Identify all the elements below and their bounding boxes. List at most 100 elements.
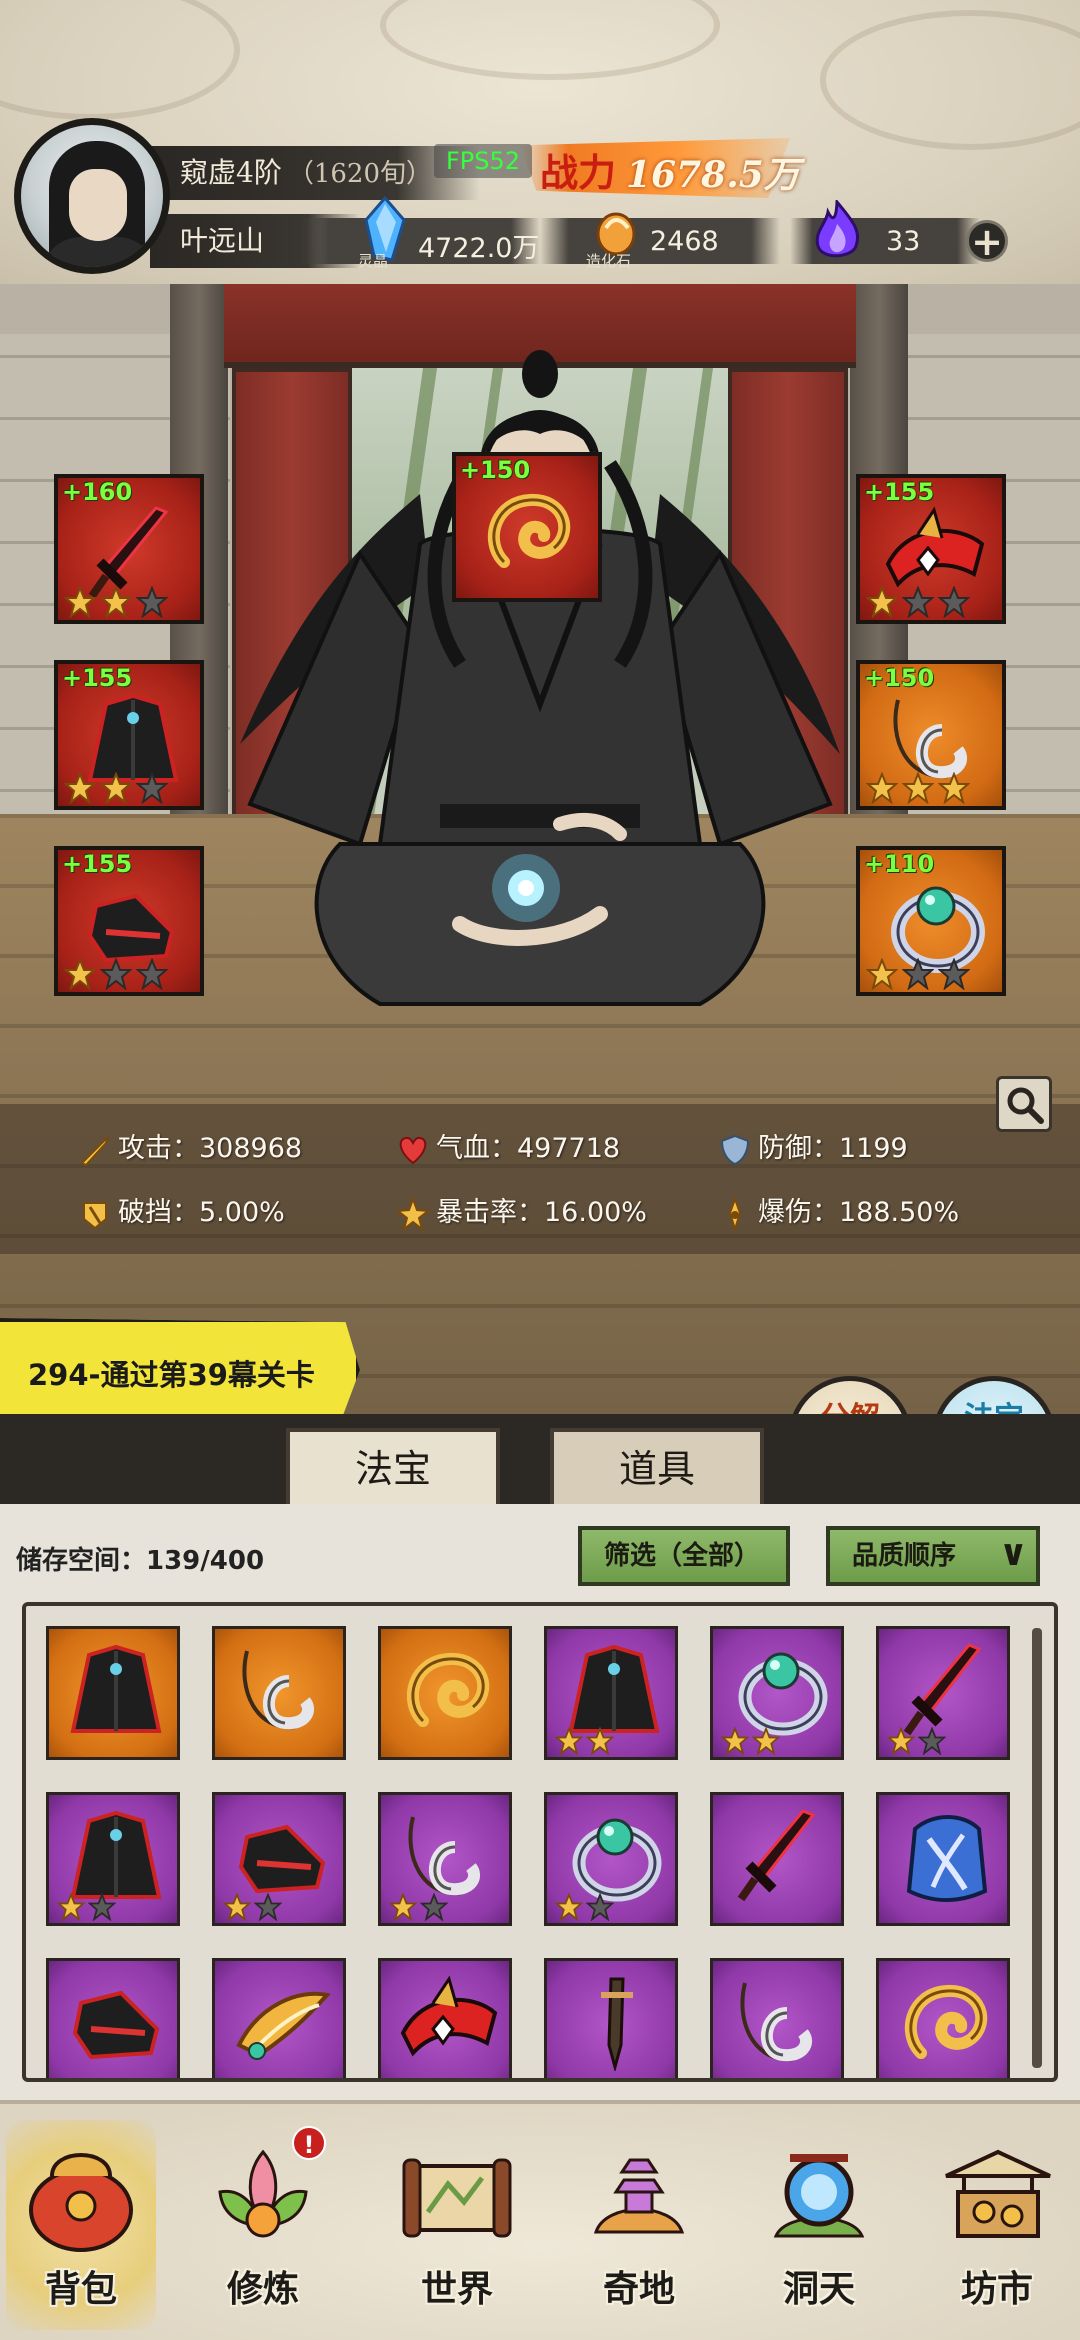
nav-label: 背包 xyxy=(44,2268,117,2310)
nav-world[interactable]: 世界 xyxy=(382,2120,532,2330)
inventory-item[interactable] xyxy=(710,1792,844,1926)
golden-ornament-icon xyxy=(904,1985,988,2059)
inventory-item[interactable] xyxy=(46,1792,180,1926)
inventory-scrollbar[interactable] xyxy=(1032,1628,1042,2068)
inventory-item[interactable] xyxy=(46,1958,180,2078)
scroll-map-icon xyxy=(402,2158,512,2238)
inventory-item[interactable] xyxy=(544,1626,678,1760)
zoom-button[interactable] xyxy=(996,1076,1052,1132)
star-filled-icon xyxy=(223,1893,251,1921)
dagger-icon xyxy=(903,1643,982,1736)
equip-stars xyxy=(64,772,168,804)
inventory-item[interactable] xyxy=(378,1792,512,1926)
equip-stars xyxy=(866,958,970,990)
star-empty-icon xyxy=(420,1893,448,1921)
sort-label: 品质顺序 xyxy=(852,1541,957,1571)
filter-button[interactable]: 筛选（全部） xyxy=(578,1526,790,1586)
tab-bar xyxy=(0,1414,1080,1504)
add-resource-button[interactable]: + xyxy=(966,220,1008,262)
equip-slot-weapon[interactable]: +160 xyxy=(54,474,204,624)
star-filled-icon xyxy=(866,772,898,804)
nav-label: 坊市 xyxy=(960,2268,1033,2310)
nav-cave-heaven[interactable]: 洞天 xyxy=(744,2120,894,2330)
stat-hp: 气血：497718 xyxy=(396,1126,620,1167)
nav-label: 世界 xyxy=(420,2268,493,2310)
equip-slot-boots[interactable]: +155 xyxy=(54,846,204,996)
star-empty-icon xyxy=(136,772,168,804)
item-stars xyxy=(57,1893,116,1921)
item-stars xyxy=(721,1727,780,1755)
chevron-down-icon: ∨ xyxy=(998,1533,1028,1574)
inventory-item[interactable] xyxy=(710,1958,844,2078)
tab-items[interactable]: 道具 xyxy=(550,1428,764,1504)
equip-slot-ring[interactable]: +110 xyxy=(856,846,1006,996)
realm-bar: 窥虚4阶 （1620旬） xyxy=(150,146,480,200)
item-stars xyxy=(389,1893,448,1921)
inventory-item[interactable] xyxy=(46,1626,180,1760)
nav-cultivate[interactable]: 修炼 ! xyxy=(188,2120,338,2330)
realm-label: 窥虚4阶 xyxy=(180,156,282,189)
star-empty-icon xyxy=(938,958,970,990)
equip-stars xyxy=(866,586,970,618)
inventory-item[interactable] xyxy=(876,1626,1010,1760)
star-empty-icon xyxy=(100,958,132,990)
inventory-item[interactable] xyxy=(876,1958,1010,2078)
inventory-item[interactable] xyxy=(544,1792,678,1926)
star-filled-icon xyxy=(902,772,934,804)
sort-dropdown[interactable]: 品质顺序 ∨ xyxy=(826,1526,1040,1586)
inventory-item[interactable] xyxy=(710,1626,844,1760)
star-filled-icon xyxy=(100,772,132,804)
boots-icon xyxy=(72,1990,160,2060)
inventory-item[interactable] xyxy=(876,1792,1010,1926)
star-empty-icon xyxy=(136,958,168,990)
player-avatar[interactable] xyxy=(14,118,170,274)
star-filled-icon xyxy=(64,958,96,990)
tab-treasures[interactable]: 法宝 xyxy=(286,1428,500,1504)
star-filled-icon xyxy=(866,586,898,618)
nav-wonderland[interactable]: 奇地 xyxy=(564,2120,714,2330)
nav-bag[interactable]: 背包 xyxy=(6,2120,156,2330)
ring-icon xyxy=(738,1652,828,1736)
bottom-nav xyxy=(0,2100,1080,2340)
ring-icon xyxy=(572,1818,662,1902)
equip-level: +150 xyxy=(864,664,935,692)
inventory-item[interactable] xyxy=(212,1626,346,1760)
inventory-item[interactable] xyxy=(212,1792,346,1926)
inventory-grid[interactable] xyxy=(22,1602,1058,2082)
equip-slot-talisman[interactable]: +150 xyxy=(452,452,602,602)
star-filled-icon xyxy=(887,1727,915,1755)
star-empty-icon xyxy=(918,1727,946,1755)
inventory-item[interactable] xyxy=(378,1958,512,2078)
power-value: 1678.5万 xyxy=(626,154,800,196)
star-empty-icon xyxy=(586,1893,614,1921)
equip-slot-helmet[interactable]: +155 xyxy=(856,474,1006,624)
fps-counter: FPS52 xyxy=(434,144,533,178)
spirit-crystal-value: 4722.0万 xyxy=(418,233,540,264)
stat-attack: 攻击：308968 xyxy=(78,1126,302,1167)
inventory-item[interactable] xyxy=(378,1626,512,1760)
crit-damage-icon xyxy=(728,1196,742,1231)
quest-text: 294-通过第39幕关卡 xyxy=(28,1358,315,1392)
golden-wing-icon xyxy=(236,1991,331,2060)
nav-label: 修炼 xyxy=(226,2268,299,2310)
item-stars xyxy=(555,1893,614,1921)
nav-label: 洞天 xyxy=(782,2268,855,2310)
equip-slot-armor[interactable]: +155 xyxy=(54,660,204,810)
spirit-crystal-label: 灵晶 xyxy=(358,252,389,270)
robe-icon xyxy=(70,1810,162,1899)
nav-label: 奇地 xyxy=(602,2268,675,2310)
equip-slot-necklace[interactable]: +150 xyxy=(856,660,1006,810)
purple-flame-value: 33 xyxy=(886,226,921,257)
crown-icon xyxy=(400,1975,498,2057)
inventory-item[interactable] xyxy=(212,1958,346,2078)
star-filled-icon xyxy=(752,1727,780,1755)
star-filled-icon xyxy=(57,1893,85,1921)
stat-crit-damage: 爆伤：188.50% xyxy=(718,1190,959,1231)
star-filled-icon xyxy=(389,1893,417,1921)
inventory-item[interactable] xyxy=(544,1958,678,2078)
nav-market[interactable]: 坊市 xyxy=(922,2120,1072,2330)
star-empty-icon xyxy=(938,586,970,618)
creation-stone-value: 2468 xyxy=(650,226,719,257)
crit-rate-icon xyxy=(396,1196,430,1231)
bag-icon xyxy=(29,2153,133,2252)
